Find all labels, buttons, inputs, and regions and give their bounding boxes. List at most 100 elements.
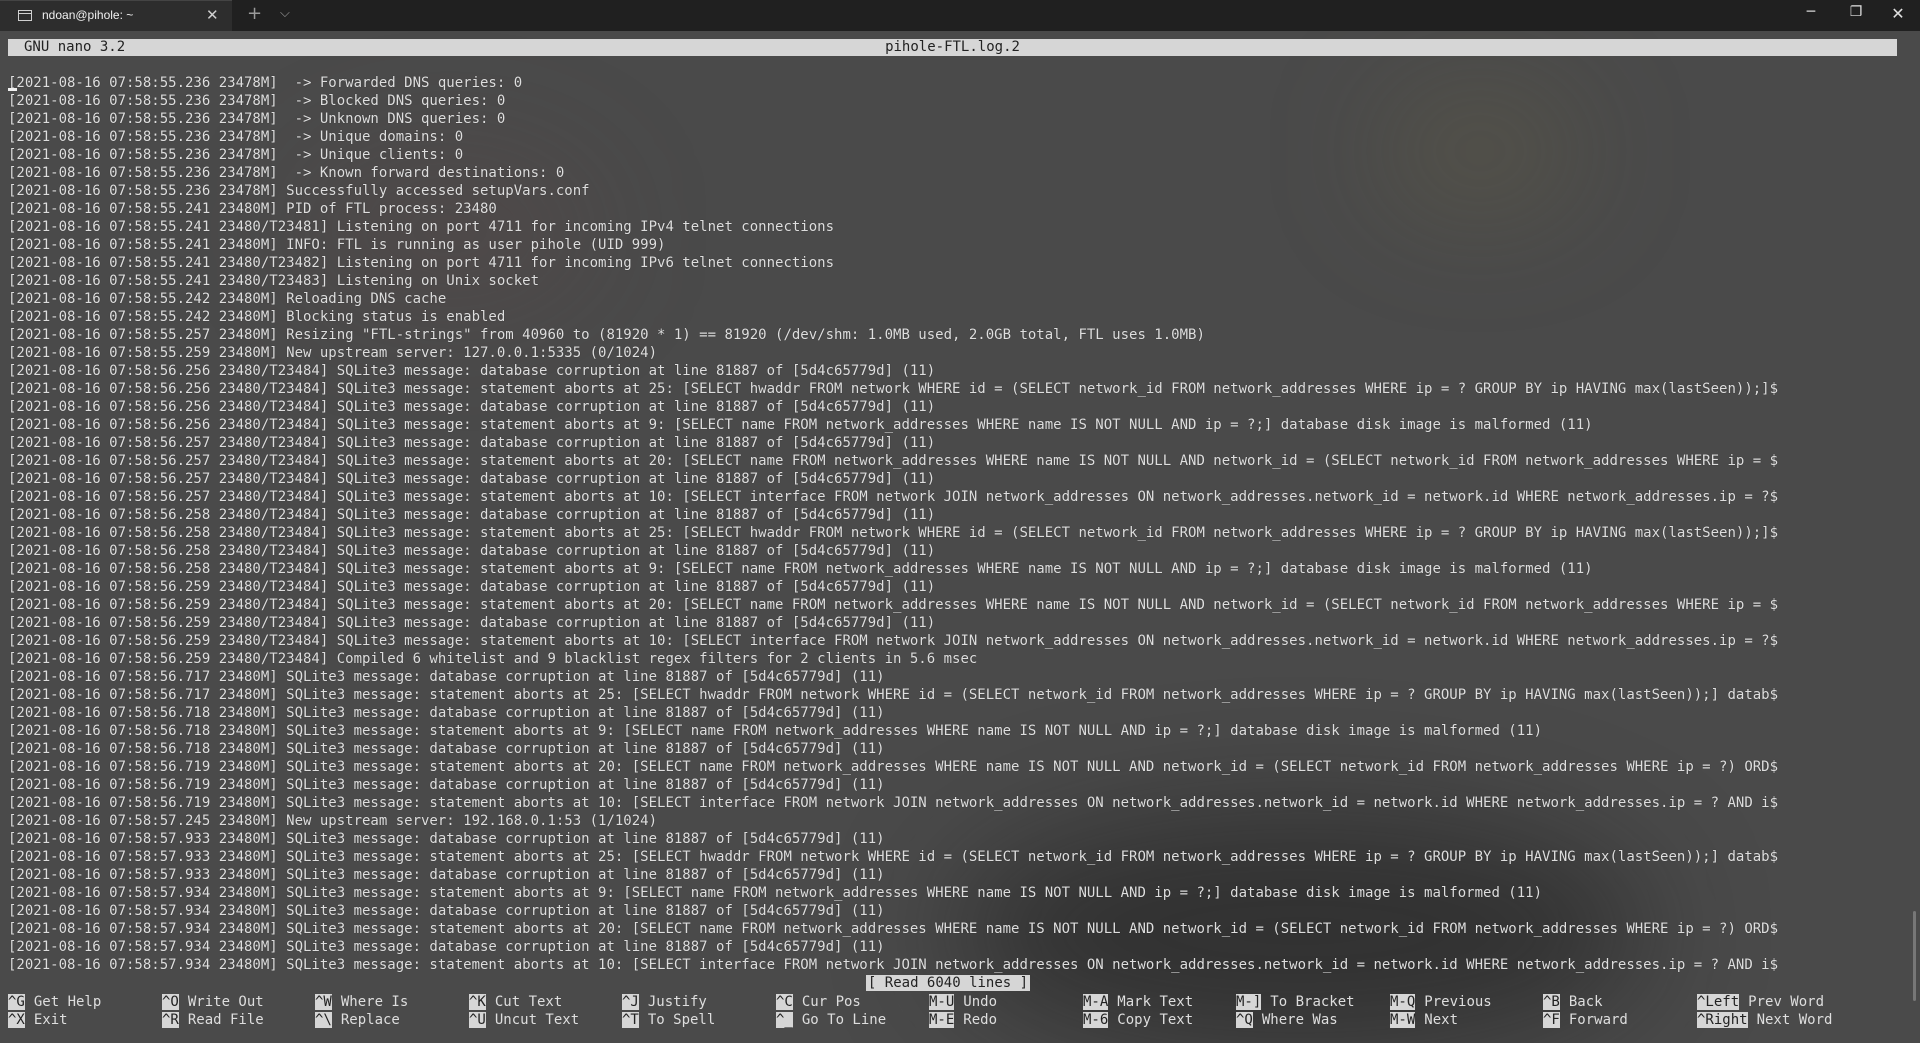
scrollbar[interactable] (1910, 31, 1920, 1043)
log-line: [2021-08-16 07:58:55.236 23478M] -> Uniq… (8, 129, 464, 145)
shortcut-key: M-] (1236, 994, 1262, 1010)
shortcut-label: Cur Pos (801, 994, 861, 1010)
shortcut-replace: ^\ Replace (315, 1011, 400, 1029)
log-line: [2021-08-16 07:58:56.256 23480/T23484] S… (8, 399, 936, 415)
log-line: [2021-08-16 07:58:57.245 23480M] New ups… (8, 813, 658, 829)
log-line: [2021-08-16 07:58:56.717 23480M] SQLite3… (8, 687, 1779, 703)
shortcut-undo: M-U Undo (929, 993, 997, 1011)
log-line: [2021-08-16 07:58:55.236 23478M] Success… (8, 183, 590, 199)
log-line: [2021-08-16 07:58:57.933 23480M] SQLite3… (8, 831, 885, 847)
shortcut-forward: ^F Forward (1543, 1011, 1628, 1029)
log-line: [2021-08-16 07:58:56.257 23480/T23484] S… (8, 435, 936, 451)
new-tab-button[interactable]: + (247, 3, 262, 24)
shortcut-next: M-W Next (1390, 1011, 1458, 1029)
shortcut-read-file: ^R Read File (162, 1011, 264, 1029)
log-line: [2021-08-16 07:58:55.242 23480M] Reloadi… (8, 291, 447, 307)
shortcut-previous: M-Q Previous (1390, 993, 1492, 1011)
shortcut-key: ^O (162, 994, 179, 1010)
log-line: [2021-08-16 07:58:57.933 23480M] SQLite3… (8, 849, 1779, 865)
shortcut-key: ^G (8, 994, 25, 1010)
terminal-area[interactable]: GNU nano 3.2 pihole-FTL.log.2 [2021-08-1… (0, 31, 1920, 1043)
shortcut-to-bracket: M-] To Bracket (1236, 993, 1355, 1011)
scrollbar-thumb[interactable] (1913, 911, 1916, 1001)
shortcut-label: Previous (1424, 994, 1492, 1010)
shortcut-prev-word: ^Left Prev Word (1697, 993, 1824, 1011)
log-line: [2021-08-16 07:58:55.241 23480M] INFO: F… (8, 237, 666, 253)
log-line: [2021-08-16 07:58:56.259 23480/T23484] C… (8, 651, 978, 667)
shortcut-back: ^B Back (1543, 993, 1603, 1011)
log-line: [2021-08-16 07:58:55.257 23480M] Resizin… (8, 327, 1205, 343)
shortcut-redo: M-E Redo (929, 1011, 997, 1029)
shortcut-key: M-6 (1083, 1012, 1109, 1028)
shortcut-exit: ^X Exit (8, 1011, 68, 1029)
log-line: [2021-08-16 07:58:56.258 23480/T23484] S… (8, 507, 936, 523)
shortcut-key: ^K (469, 994, 486, 1010)
status-text: [ Read 6040 lines ] (865, 975, 1031, 991)
log-line: [2021-08-16 07:58:56.719 23480M] SQLite3… (8, 777, 885, 793)
shortcut-key: ^Right (1697, 1012, 1748, 1028)
shortcut-key: ^\ (315, 1012, 332, 1028)
shortcut-label: Next Word (1756, 1012, 1833, 1028)
shortcut-label: Mark Text (1117, 994, 1194, 1010)
log-line: [2021-08-16 07:58:56.259 23480/T23484] S… (8, 579, 936, 595)
log-line: [2021-08-16 07:58:56.718 23480M] SQLite3… (8, 723, 1543, 739)
shortcut-key: ^J (622, 994, 639, 1010)
shortcut-label: Justify (647, 994, 707, 1010)
shortcut-key: M-Q (1390, 994, 1416, 1010)
close-window-button[interactable]: ✕ (1878, 4, 1918, 23)
log-line: [2021-08-16 07:58:55.236 23478M] -> Uniq… (8, 147, 464, 163)
shortcut-label: Next (1424, 1012, 1459, 1028)
shortcut-key: ^T (622, 1012, 639, 1028)
shortcut-to-spell: ^T To Spell (622, 1011, 715, 1029)
shortcut-label: Read File (187, 1012, 264, 1028)
shortcut-key: M-W (1390, 1012, 1416, 1028)
nano-header: GNU nano 3.2 pihole-FTL.log.2 (8, 39, 1897, 56)
log-line: [2021-08-16 07:58:56.256 23480/T23484] S… (8, 381, 1779, 397)
log-line: [2021-08-16 07:58:56.718 23480M] SQLite3… (8, 705, 885, 721)
tab-close-icon[interactable]: ✕ (206, 6, 219, 24)
shortcut-key: ^C (776, 994, 793, 1010)
log-line: [2021-08-16 07:58:55.241 23480/T23481] L… (8, 219, 835, 235)
log-content[interactable]: [2021-08-16 07:58:55.236 23478M] -> Forw… (8, 74, 1900, 974)
shortcut-key: M-U (929, 994, 955, 1010)
text-cursor (8, 88, 17, 91)
log-line: [2021-08-16 07:58:55.236 23478M] -> Know… (8, 165, 565, 181)
log-line: [2021-08-16 07:58:56.258 23480/T23484] S… (8, 525, 1779, 541)
shortcut-key: ^B (1543, 994, 1560, 1010)
log-line: [2021-08-16 07:58:56.259 23480/T23484] S… (8, 597, 1779, 613)
shortcut-label: Get Help (33, 994, 102, 1010)
shortcut-label: Undo (963, 994, 998, 1010)
shortcut-key: ^R (162, 1012, 179, 1028)
log-line: [2021-08-16 07:58:56.718 23480M] SQLite3… (8, 741, 885, 757)
shortcut-label: Where Is (340, 994, 409, 1010)
log-line: [2021-08-16 07:58:56.257 23480/T23484] S… (8, 471, 936, 487)
maximize-button[interactable]: ❐ (1836, 4, 1876, 20)
shortcut-key: ^W (315, 994, 332, 1010)
shortcut-next-word: ^Right Next Word (1697, 1011, 1832, 1029)
log-line: [2021-08-16 07:58:56.259 23480/T23484] S… (8, 615, 936, 631)
log-line: [2021-08-16 07:58:55.236 23478M] -> Forw… (8, 75, 523, 91)
shortcut-label: Go To Line (801, 1012, 887, 1028)
shortcut-key: ^X (8, 1012, 25, 1028)
shortcut-label: To Spell (647, 1012, 716, 1028)
shortcut-mark-text: M-A Mark Text (1083, 993, 1193, 1011)
log-line: [2021-08-16 07:58:57.934 23480M] SQLite3… (8, 957, 1779, 973)
minimize-button[interactable]: ─ (1791, 4, 1831, 20)
shortcut-label: Redo (963, 1012, 998, 1028)
shortcut-key: ^U (469, 1012, 486, 1028)
shortcut-key: M-E (929, 1012, 955, 1028)
chevron-down-icon[interactable]: ⌵ (280, 6, 290, 21)
shortcut-label: Copy Text (1117, 1012, 1194, 1028)
tab-title: ndoan@pihole: ~ (42, 8, 134, 22)
log-line: [2021-08-16 07:58:55.236 23478M] -> Unkn… (8, 111, 506, 127)
log-line: [2021-08-16 07:58:55.241 23480M] PID of … (8, 201, 497, 217)
shortcut-where-is: ^W Where Is (315, 993, 408, 1011)
shortcut-label: Write Out (187, 994, 264, 1010)
title-bar: ndoan@pihole: ~ ✕ + ⌵ ─ ❐ ✕ (0, 0, 1920, 31)
terminal-tab[interactable]: ndoan@pihole: ~ ✕ (0, 0, 232, 31)
shortcut-get-help: ^G Get Help (8, 993, 101, 1011)
shortcut-key: ^F (1543, 1012, 1560, 1028)
log-line: [2021-08-16 07:58:56.719 23480M] SQLite3… (8, 759, 1779, 775)
log-line: [2021-08-16 07:58:55.241 23480/T23482] L… (8, 255, 835, 271)
log-line: [2021-08-16 07:58:56.259 23480/T23484] S… (8, 633, 1779, 649)
